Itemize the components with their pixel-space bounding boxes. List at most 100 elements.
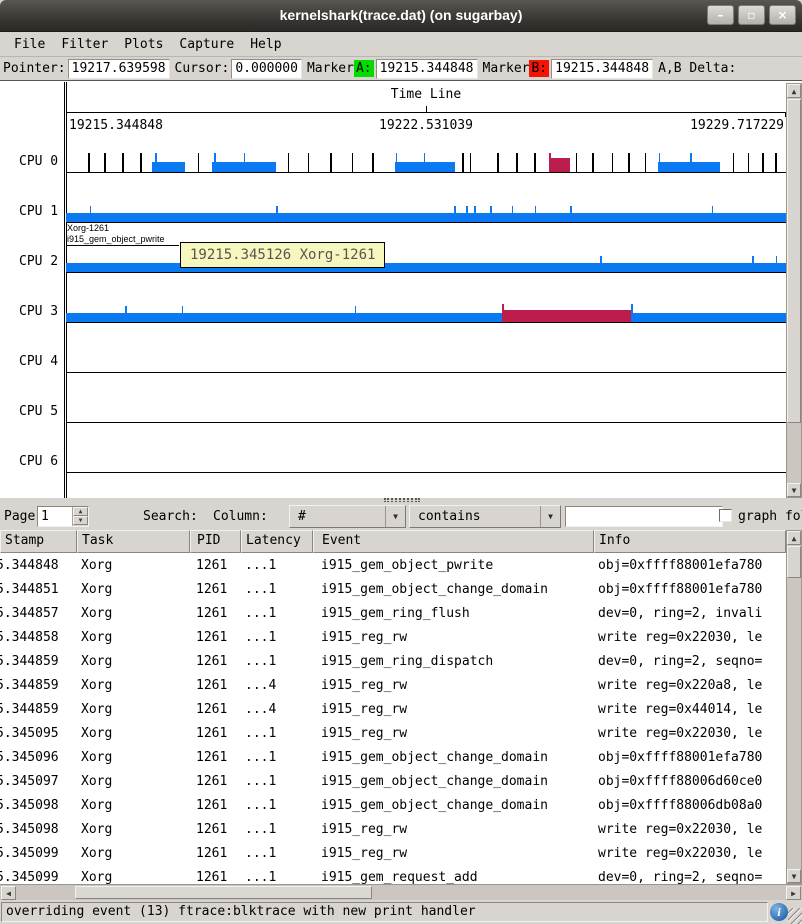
column-header-task[interactable]: Task bbox=[77, 530, 190, 553]
table-cell: 5.345095 bbox=[0, 726, 77, 741]
table-cell: 5.344857 bbox=[0, 606, 77, 621]
column-header-latency[interactable]: Latency bbox=[241, 530, 313, 553]
table-cell: 5.344858 bbox=[0, 630, 77, 645]
cpu-row-0[interactable]: CPU 0 bbox=[0, 123, 786, 173]
table-cell: Xorg bbox=[77, 654, 190, 669]
table-cell: 1261 bbox=[190, 774, 241, 789]
column-header-pid[interactable]: PID bbox=[190, 530, 241, 553]
cpu-plot-strip[interactable] bbox=[66, 323, 786, 373]
cpu-plot-strip[interactable] bbox=[66, 423, 786, 473]
table-row[interactable]: 5.345098Xorg1261...1i915_reg_rwwrite reg… bbox=[0, 817, 786, 841]
table-cell: Xorg bbox=[77, 702, 190, 717]
table-row[interactable]: 5.345095Xorg1261...1i915_reg_rwwrite reg… bbox=[0, 721, 786, 745]
table-cell: ...4 bbox=[241, 678, 313, 693]
menu-item-file[interactable]: File bbox=[6, 34, 53, 55]
table-row[interactable]: 5.345096Xorg1261...1i915_gem_object_chan… bbox=[0, 745, 786, 769]
graph-scrollbar-thumb[interactable] bbox=[787, 99, 801, 423]
scroll-left-button[interactable]: ◀ bbox=[1, 886, 16, 900]
scroll-right-button[interactable]: ▶ bbox=[786, 886, 801, 900]
close-icon: × bbox=[777, 8, 787, 22]
table-row[interactable]: 5.344859Xorg1261...4i915_reg_rwwrite reg… bbox=[0, 697, 786, 721]
table-cell: ...1 bbox=[241, 846, 313, 861]
cpu-plot-strip[interactable] bbox=[66, 173, 786, 223]
event-tick bbox=[214, 153, 216, 172]
scroll-down-icon: ▼ bbox=[792, 486, 797, 495]
cpu-plot-strip[interactable] bbox=[66, 123, 786, 173]
match-select[interactable]: contains ▼ bbox=[409, 505, 561, 528]
hover-event-name: i915_gem_object_pwrite bbox=[67, 234, 179, 246]
table-vertical-scrollbar[interactable]: ▲ ▼ bbox=[786, 530, 802, 884]
table-row[interactable]: 5.345099Xorg1261...1i915_gem_request_add… bbox=[0, 865, 786, 884]
graph-vertical-scrollbar[interactable]: ▲ ▼ bbox=[786, 83, 802, 498]
column-header-info[interactable]: Info bbox=[594, 530, 786, 553]
table-row[interactable]: 5.345099Xorg1261...1i915_reg_rwwrite reg… bbox=[0, 841, 786, 865]
cpu-row-5[interactable]: CPU 5 bbox=[0, 373, 786, 423]
event-tick bbox=[512, 206, 514, 222]
table-row[interactable]: 5.344857Xorg1261...1i915_gem_ring_flushd… bbox=[0, 601, 786, 625]
event-table: Stamp Task PID Latency Event Info 5.3448… bbox=[0, 530, 786, 884]
table-cell: Xorg bbox=[77, 870, 190, 885]
table-row[interactable]: 5.344851Xorg1261...1i915_gem_object_chan… bbox=[0, 577, 786, 601]
spinner-down-icon[interactable]: ▼ bbox=[73, 516, 88, 525]
cpu-row-1[interactable]: CPU 1 bbox=[0, 173, 786, 223]
table-horizontal-scrollbar[interactable]: ◀ ▶ bbox=[0, 884, 802, 900]
cpu-row-6[interactable]: CPU 6 bbox=[0, 423, 786, 473]
table-cell: Xorg bbox=[77, 750, 190, 765]
table-scrollbar-thumb[interactable] bbox=[787, 546, 801, 578]
table-row[interactable]: 5.345097Xorg1261...1i915_gem_object_chan… bbox=[0, 769, 786, 793]
graph-follows-checkbox[interactable] bbox=[719, 509, 732, 522]
scroll-down-button[interactable]: ▼ bbox=[787, 869, 801, 883]
match-select-value: contains bbox=[418, 509, 481, 524]
event-tick bbox=[600, 256, 602, 272]
search-input[interactable] bbox=[565, 506, 723, 527]
timeline-tick bbox=[612, 153, 614, 172]
timeline-tooltip: 19215.345126 Xorg-1261 bbox=[180, 242, 385, 268]
timeline-tick bbox=[330, 153, 332, 172]
marker-b-badge[interactable]: B: bbox=[529, 60, 549, 77]
table-row[interactable]: 5.344848Xorg1261...1i915_gem_object_pwri… bbox=[0, 553, 786, 577]
column-header-event[interactable]: Event bbox=[313, 530, 594, 553]
table-cell: dev=0, ring=2, invali bbox=[594, 606, 786, 621]
table-row[interactable]: 5.344859Xorg1261...1i915_gem_ring_dispat… bbox=[0, 649, 786, 673]
column-header-stamp[interactable]: Stamp bbox=[0, 530, 77, 553]
cpu-label: CPU 4 bbox=[19, 354, 58, 369]
cpu-plot-strip[interactable] bbox=[66, 273, 786, 323]
table-row[interactable]: 5.344858Xorg1261...1i915_reg_rwwrite reg… bbox=[0, 625, 786, 649]
horizontal-scrollbar-thumb[interactable] bbox=[75, 886, 372, 899]
maximize-button[interactable]: ▫ bbox=[738, 5, 765, 25]
scroll-left-icon: ◀ bbox=[6, 889, 11, 898]
table-cell: 1261 bbox=[190, 870, 241, 885]
menu-item-capture[interactable]: Capture bbox=[171, 34, 242, 55]
timeline-graph[interactable]: Time Line 19215.344848 19222.531039 1922… bbox=[0, 80, 802, 498]
marker-a-badge[interactable]: A: bbox=[354, 60, 374, 77]
menu-item-filter[interactable]: Filter bbox=[53, 34, 116, 55]
cpu-row-3[interactable]: CPU 3 bbox=[0, 273, 786, 323]
cpu-row-4[interactable]: CPU 4 bbox=[0, 323, 786, 373]
timeline-segment bbox=[658, 162, 720, 172]
table-cell: 1261 bbox=[190, 846, 241, 861]
minimize-button[interactable]: – bbox=[707, 5, 734, 25]
cpu-plot-strip[interactable] bbox=[66, 373, 786, 423]
table-cell: 5.344848 bbox=[0, 558, 77, 573]
event-tick bbox=[659, 153, 661, 172]
table-cell: i915_gem_ring_dispatch bbox=[313, 654, 594, 669]
page-spinner[interactable]: 1 ▲ ▼ bbox=[37, 506, 89, 527]
spinner-up-icon[interactable]: ▲ bbox=[73, 507, 88, 516]
table-row[interactable]: 5.344859Xorg1261...4i915_reg_rwwrite reg… bbox=[0, 673, 786, 697]
close-button[interactable]: × bbox=[769, 5, 796, 25]
table-cell: ...1 bbox=[241, 558, 313, 573]
table-cell: write reg=0x220a8, le bbox=[594, 678, 786, 693]
scroll-up-button[interactable]: ▲ bbox=[787, 84, 801, 98]
scroll-down-button[interactable]: ▼ bbox=[787, 483, 801, 497]
column-select[interactable]: # ▼ bbox=[289, 505, 406, 528]
timeline-ruler bbox=[66, 112, 785, 113]
menu-item-plots[interactable]: Plots bbox=[116, 34, 171, 55]
scroll-up-button[interactable]: ▲ bbox=[787, 531, 801, 545]
timeline-tick bbox=[733, 153, 735, 172]
table-cell: ...1 bbox=[241, 630, 313, 645]
info-icon[interactable]: i bbox=[770, 903, 788, 921]
menu-item-help[interactable]: Help bbox=[242, 34, 289, 55]
resize-grip[interactable] bbox=[788, 908, 802, 924]
timeline-tick bbox=[516, 153, 518, 172]
table-row[interactable]: 5.345098Xorg1261...1i915_gem_object_chan… bbox=[0, 793, 786, 817]
